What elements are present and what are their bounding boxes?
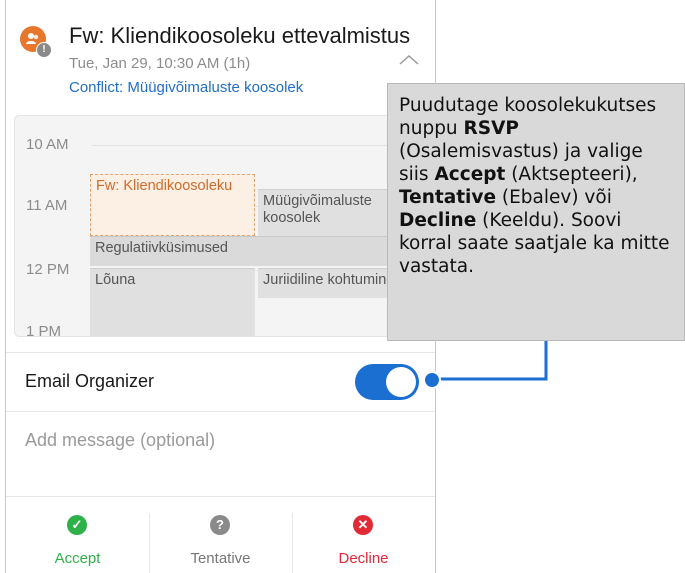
tentative-button[interactable]: ? Tentative <box>149 497 292 573</box>
email-organizer-label: Email Organizer <box>25 371 155 391</box>
event-title: Fw: Kliendikoosoleku ettevalmistus <box>69 23 411 48</box>
callout-text: Puudutage koosolekukutses nuppu <box>399 95 657 139</box>
callout-bold-decline: Decline <box>399 210 477 231</box>
time-label: 1 PM <box>26 323 62 337</box>
organizer-avatar: ! <box>20 26 52 58</box>
conflict-link[interactable]: Conflict: Müügivõimaluste koosolek <box>69 79 303 96</box>
tentative-label: Tentative <box>190 550 251 567</box>
callout-bold-accept: Accept <box>434 164 506 185</box>
toggle-knob <box>386 367 416 397</box>
event-datetime: Tue, Jan 29, 10:30 AM (1h) <box>69 55 251 72</box>
meeting-invite-panel: ! Fw: Kliendikoosoleku ettevalmistus Tue… <box>5 0 436 573</box>
callout-bold-tentative: Tentative <box>399 187 496 208</box>
callout-text: (Ebalev) või <box>496 187 612 208</box>
time-label: 10 AM <box>26 136 69 153</box>
alert-badge-icon: ! <box>36 42 52 58</box>
check-icon: ✓ <box>67 515 87 535</box>
selected-event[interactable]: Fw: Kliendikoosoleku <box>90 174 255 236</box>
decline-button[interactable]: ✕ Decline <box>292 497 435 573</box>
accept-button[interactable]: ✓ Accept <box>6 497 149 573</box>
time-label: 11 AM <box>26 197 68 214</box>
decline-label: Decline <box>338 550 389 567</box>
callout-bold-rsvp: RSVP <box>463 118 519 139</box>
message-input[interactable] <box>25 430 405 451</box>
hour-line <box>92 145 431 146</box>
x-icon: ✕ <box>353 515 373 535</box>
rsvp-actions: ✓ Accept ? Tentative ✕ Decline <box>6 496 435 573</box>
time-label: 12 PM <box>26 261 70 278</box>
email-organizer-toggle[interactable] <box>355 364 419 400</box>
accept-label: Accept <box>54 550 101 567</box>
instruction-callout: Puudutage koosolekukutses nuppu RSVP (Os… <box>387 83 685 341</box>
calendar-preview: 10 AM 11 AM 12 PM 1 PM Fw: Kliendikoosol… <box>14 115 432 337</box>
question-icon: ? <box>210 515 230 535</box>
chevron-up-icon[interactable] <box>398 54 420 66</box>
regulatory-event[interactable]: Regulatiivküsimused <box>90 236 431 266</box>
callout-text: (Aktsepteeri), <box>505 164 638 185</box>
email-organizer-row: Email Organizer <box>6 352 435 412</box>
lunch-event[interactable]: Lõuna <box>90 268 255 336</box>
